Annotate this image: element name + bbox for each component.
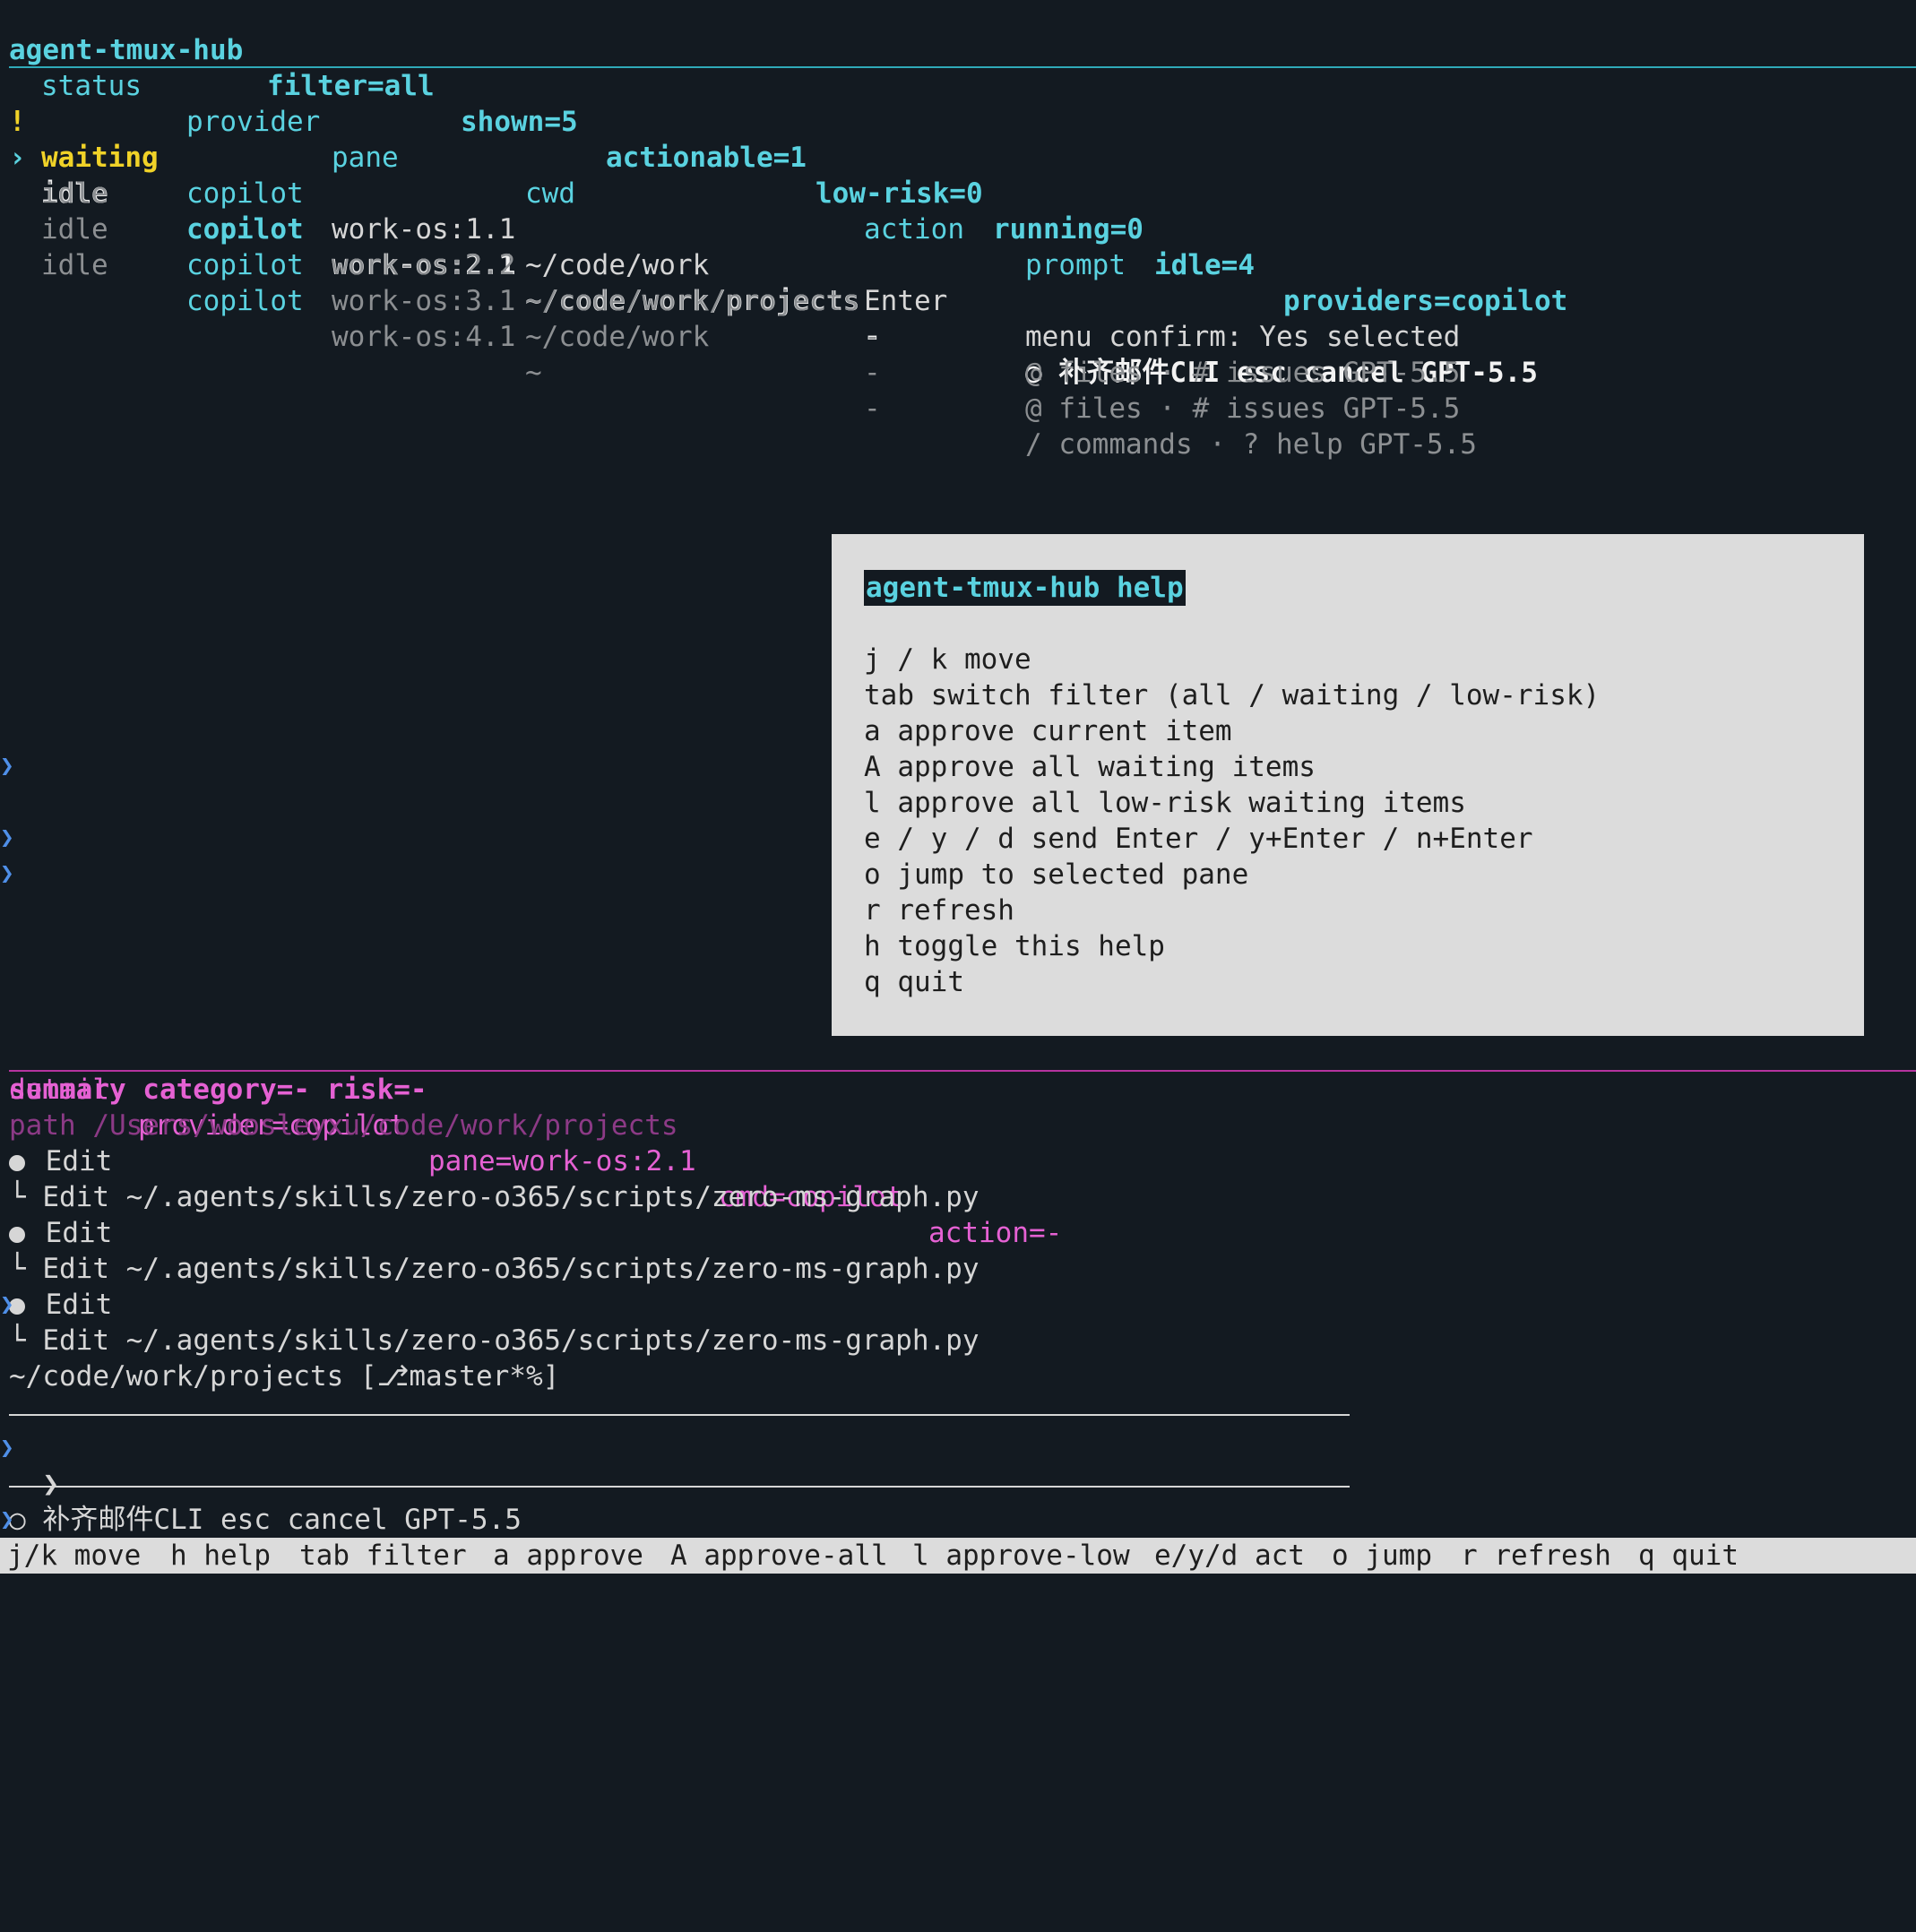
table-row[interactable]: idle copilot work-os:3.1 ~/code/work - @… xyxy=(0,176,1916,425)
row-pane: work-os:4.1 xyxy=(332,321,516,353)
log-entry-sub: Edit ~/.agents/skills/zero-o365/scripts/… xyxy=(42,1324,980,1357)
pane-edge-marker-icon: ❯ xyxy=(0,824,14,851)
log-entry-detail: └ Edit ~/.agents/skills/zero-o365/script… xyxy=(9,1251,980,1287)
help-popup: agent-tmux-hub help j / k move tab switc… xyxy=(832,534,1864,1036)
help-title: agent-tmux-hub help xyxy=(864,570,1186,606)
key-hint-help[interactable]: h help xyxy=(170,1538,271,1574)
bullet-icon xyxy=(9,1226,25,1243)
row-cwd: ~/code/work xyxy=(525,321,710,353)
row-action: - xyxy=(864,357,881,389)
column-prompt: prompt xyxy=(1025,249,1126,281)
log-entry-detail: └ Edit ~/.agents/skills/zero-o365/script… xyxy=(9,1179,980,1215)
key-hint-approve-low[interactable]: l approve-low xyxy=(912,1538,1130,1574)
help-line: r refresh xyxy=(864,894,1014,927)
table-header: status provider pane cwd action prompt xyxy=(0,32,1916,281)
log-entry: Edit xyxy=(9,1143,112,1179)
row-status: idle xyxy=(41,249,108,281)
row-pane: work-os:3.1 xyxy=(332,285,516,317)
help-line: j / k move xyxy=(864,643,1031,676)
row-cwd: ~ xyxy=(525,357,542,389)
pane-edge-marker-icon: ❯ xyxy=(0,1435,14,1462)
idle-count: idle=4 xyxy=(1154,249,1255,281)
key-hint-refresh[interactable]: r refresh xyxy=(1461,1538,1611,1574)
tree-branch-icon: └ xyxy=(9,1181,26,1213)
providers-indicator: providers=copilot xyxy=(1283,285,1568,317)
pane-edge-marker-icon: ❯ xyxy=(0,1291,14,1318)
shell-prompt: ~/code/work/projects [⎇master*%] xyxy=(9,1360,560,1393)
row-cwd: ~/code/work xyxy=(525,249,710,281)
footer-keybar: j/k move h help tab filter a approve A a… xyxy=(0,1538,1916,1574)
key-hint-quit[interactable]: q quit xyxy=(1638,1538,1739,1574)
log-entry: Edit xyxy=(9,1215,112,1251)
pane-edge-marker-icon: ❯ xyxy=(0,1506,14,1533)
key-hint-approve[interactable]: a approve xyxy=(493,1538,643,1574)
input-top-rule xyxy=(9,1414,1350,1416)
tree-branch-icon: └ xyxy=(9,1253,26,1285)
help-line: h toggle this help xyxy=(864,930,1165,962)
table-row-selected[interactable]: › idle copilot work-os:2.1 ~/code/work/p… xyxy=(0,104,1916,389)
row-provider: copilot xyxy=(186,285,304,317)
log-entry-head: Edit xyxy=(45,1217,113,1249)
log-entry-sub: Edit ~/.agents/skills/zero-o365/scripts/… xyxy=(42,1253,980,1285)
input-bottom-rule xyxy=(9,1486,1350,1488)
row-prompt: / commands · ? help GPT-5.5 xyxy=(1025,428,1477,461)
detail-action: action=- xyxy=(928,1217,1063,1249)
help-line: l approve all low-risk waiting items xyxy=(864,787,1466,819)
key-hint-move[interactable]: j/k move xyxy=(7,1538,141,1574)
table-row[interactable]: idle copilot work-os:4.1 ~ - / commands … xyxy=(0,211,1916,461)
row-prompt: menu confirm: Yes selected xyxy=(1025,321,1461,353)
detail-header: detail provider=copilot pane=work-os:2.1… xyxy=(0,1036,1916,1249)
help-line: q quit xyxy=(864,966,964,998)
help-line: A approve all waiting items xyxy=(864,751,1316,783)
row-pane: work-os:2.2 xyxy=(332,249,516,281)
row-prompt: @ files · # issues GPT-5.5 xyxy=(1025,392,1461,425)
log-entry-head: Edit xyxy=(45,1145,113,1177)
log-entry-detail: └ Edit ~/.agents/skills/zero-o365/script… xyxy=(9,1323,980,1358)
key-hint-approve-all[interactable]: A approve-all xyxy=(670,1538,888,1574)
log-entry-sub: Edit ~/.agents/skills/zero-o365/scripts/… xyxy=(42,1181,980,1213)
log-entry-head: Edit xyxy=(45,1289,113,1321)
bullet-icon xyxy=(9,1154,25,1171)
tree-branch-icon: └ xyxy=(9,1324,26,1357)
pane-edge-marker-icon: ❯ xyxy=(0,860,14,887)
row-action: - xyxy=(864,392,881,425)
input-box[interactable]: ❯ xyxy=(9,1430,59,1500)
row-prompt: @ files · # issues GPT-5.5 xyxy=(1025,357,1461,389)
key-hint-jump[interactable]: o jump xyxy=(1332,1538,1432,1574)
row-cwd: ~/code/work/projects xyxy=(525,285,860,317)
pane-edge-marker-icon: ❯ xyxy=(0,753,14,780)
table-row[interactable]: idle copilot work-os:2.2 ~/code/work/pro… xyxy=(0,140,1916,389)
header-bar: agent-tmux-hub filter=all shown=5 action… xyxy=(0,0,1567,317)
row-action: - xyxy=(864,321,881,353)
log-entry: Edit xyxy=(9,1287,112,1323)
key-hint-act[interactable]: e/y/d act xyxy=(1154,1538,1305,1574)
table-row[interactable]: ! waiting copilot work-os:1.1 ~/code/wor… xyxy=(0,68,1916,353)
detail-path: path /Users/woosleyxu/code/work/projects xyxy=(9,1109,678,1142)
row-action: Enter xyxy=(864,285,948,317)
key-hint-filter[interactable]: tab filter xyxy=(299,1538,467,1574)
help-line: a approve current item xyxy=(864,715,1232,747)
help-line: o jump to selected pane xyxy=(864,858,1249,891)
input-caret-icon: ❯ xyxy=(42,1468,59,1500)
agent-status-line: ○ 补齐邮件CLI esc cancel GPT-5.5 xyxy=(9,1504,522,1536)
row-provider: copilot xyxy=(186,249,304,281)
help-line: e / y / d send Enter / y+Enter / n+Enter xyxy=(864,823,1533,855)
detail-summary: summary category=- risk=- xyxy=(9,1074,427,1106)
detail-pane: pane=work-os:2.1 xyxy=(428,1145,696,1177)
help-line: tab switch filter (all / waiting / low-r… xyxy=(864,679,1601,712)
